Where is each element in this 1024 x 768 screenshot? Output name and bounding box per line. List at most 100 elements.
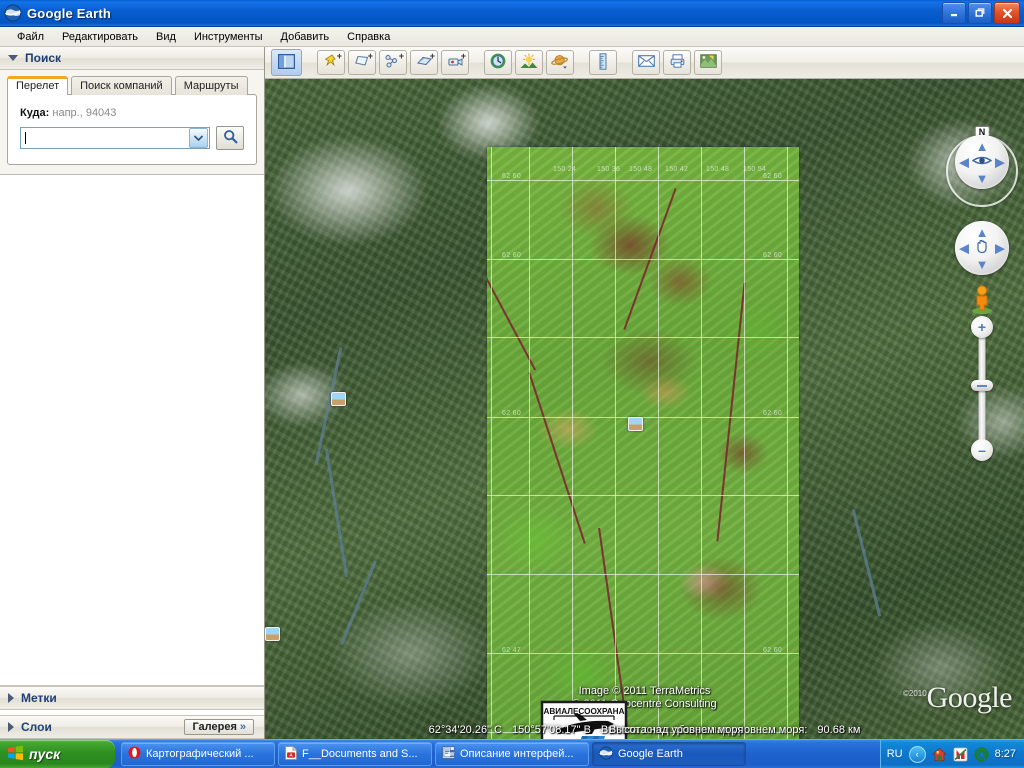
menu-tools[interactable]: Инструменты <box>185 30 272 44</box>
add-polygon-button[interactable]: + <box>348 50 376 75</box>
clock-icon <box>489 52 507 73</box>
graticule-label: 150 48 <box>629 166 652 173</box>
taskbar-item-google-earth[interactable]: Google Earth <box>592 742 746 766</box>
chevron-right-icon[interactable]: ▶ <box>995 242 1005 255</box>
eye-altitude-value: 90.68 км <box>817 724 860 736</box>
pdf-icon: A <box>285 746 297 763</box>
menu-help[interactable]: Справка <box>338 30 399 44</box>
antivirus-icon[interactable] <box>953 747 968 762</box>
graticule-line <box>487 180 799 181</box>
map-canvas[interactable]: 150 24 150 36 150 48 150 42 150 48 150 5… <box>265 78 1024 739</box>
search-tabs: Перелет Поиск компаний Маршруты <box>7 76 257 95</box>
zoom-out-button[interactable]: – <box>971 439 993 461</box>
system-clock[interactable]: 8:27 <box>995 748 1016 760</box>
move-joystick[interactable]: ▲ ▼ ◀ ▶ <box>955 221 1009 275</box>
eye-icon[interactable] <box>972 155 992 170</box>
graticule-label: 150 24 <box>553 166 576 173</box>
elevation-label: Высота над уровнем моря <box>609 724 743 736</box>
start-button[interactable]: пуск <box>0 740 115 768</box>
chevron-left-icon[interactable]: ‹ <box>909 746 926 763</box>
status-bar: 62°34'20.26" С 150°57'08.17" В Высота то… <box>265 721 1024 739</box>
menu-view[interactable]: Вид <box>147 30 185 44</box>
search-panel-body: Перелет Поиск компаний Маршруты Куда: на… <box>0 70 264 175</box>
search-tab-panel: Куда: напр., 94043 <box>7 94 257 165</box>
menu-edit[interactable]: Редактировать <box>53 30 147 44</box>
tab-flight[interactable]: Перелет <box>7 76 68 95</box>
placemark-center[interactable] <box>628 417 643 431</box>
add-path-button[interactable]: + <box>379 50 407 75</box>
envelope-icon <box>638 55 655 70</box>
look-joystick[interactable]: ▲ ▼ ◀ ▶ <box>955 135 1009 189</box>
google-watermark: ©2010Google <box>903 681 1012 715</box>
ruler-button[interactable] <box>589 50 617 75</box>
add-placemark-button[interactable]: + <box>317 50 345 75</box>
graticule-label: 62 60 <box>502 173 521 180</box>
sidebar-empty-space <box>0 175 264 686</box>
switch-planet-button[interactable] <box>546 50 574 75</box>
tab-business[interactable]: Поиск компаний <box>71 76 172 95</box>
zoom-slider-handle[interactable] <box>971 380 993 391</box>
search-field-label: Куда: <box>20 107 49 119</box>
pegman-icon[interactable] <box>969 284 995 314</box>
menu-file[interactable]: Файл <box>8 30 53 44</box>
add-image-overlay-button[interactable]: + <box>410 50 438 75</box>
search-input[interactable] <box>20 127 210 149</box>
chevron-down-icon[interactable] <box>189 128 208 148</box>
taskbar-item-label: Google Earth <box>618 748 683 760</box>
zoom-slider[interactable]: + – <box>971 316 993 461</box>
zoom-in-button[interactable]: + <box>971 316 993 338</box>
graticule-label: 150 48 <box>706 166 729 173</box>
mail-icon[interactable] <box>974 747 989 762</box>
tab-directions[interactable]: Маршруты <box>175 76 248 95</box>
print-button[interactable] <box>663 50 691 75</box>
chevron-right-icon <box>8 693 14 703</box>
gallery-button[interactable]: Галерея » <box>184 719 254 735</box>
search-field-hint: напр., 94043 <box>52 107 116 119</box>
graticule-line <box>487 574 799 575</box>
close-button[interactable] <box>994 2 1020 24</box>
image-overlay[interactable]: 150 24 150 36 150 48 150 42 150 48 150 5… <box>487 147 799 739</box>
chevron-up-icon[interactable]: ▲ <box>976 140 989 153</box>
historical-imagery-button[interactable] <box>484 50 512 75</box>
graticule-line <box>787 147 788 739</box>
placemark-south-west[interactable] <box>265 627 280 641</box>
toggle-sidebar-button[interactable] <box>271 49 302 76</box>
navigation-controls: N ▲ ▼ ◀ ▶ <box>946 126 1018 461</box>
chevron-up-icon[interactable]: ▲ <box>976 226 989 239</box>
plus-badge-icon: + <box>337 52 342 61</box>
latitude-readout: 62°34'20.26" С <box>429 724 502 736</box>
language-indicator[interactable]: RU <box>887 748 903 760</box>
chevron-left-icon[interactable]: ◀ <box>959 156 969 169</box>
chevron-right-icon[interactable]: ▶ <box>995 156 1005 169</box>
text-cursor <box>25 132 26 144</box>
record-tour-button[interactable]: + <box>441 50 469 75</box>
search-panel-header[interactable]: Поиск <box>0 47 264 70</box>
taskbar-item-pdf[interactable]: A F__Documents and S... <box>278 742 432 766</box>
taskbar-item-opera[interactable]: Картографический ... <box>121 742 275 766</box>
chevron-left-icon[interactable]: ◀ <box>959 242 969 255</box>
opera-icon <box>128 746 141 762</box>
maximize-button[interactable] <box>968 2 992 24</box>
search-button[interactable] <box>216 126 244 150</box>
menu-bar: Файл Редактировать Вид Инструменты Добав… <box>0 27 1024 47</box>
home-security-icon[interactable] <box>932 747 947 762</box>
graticule-line <box>487 259 799 260</box>
start-button-label: пуск <box>29 746 60 762</box>
taskbar-items: Картографический ... A F__Documents and … <box>121 742 880 766</box>
minimize-button[interactable] <box>942 2 966 24</box>
places-panel-header[interactable]: Метки <box>0 686 264 710</box>
compass-ring[interactable]: N ▲ ▼ ◀ ▶ <box>946 135 1018 207</box>
graticule-line <box>487 417 799 418</box>
placemark-north-west[interactable] <box>331 392 346 406</box>
taskbar-item-word[interactable]: W Описание интерфей... <box>435 742 589 766</box>
sunlight-button[interactable] <box>515 50 543 75</box>
layers-panel-header[interactable]: Слои Галерея » <box>0 715 264 739</box>
chevron-down-icon[interactable]: ▼ <box>976 172 989 185</box>
overlay-river <box>528 372 586 544</box>
email-button[interactable] <box>632 50 660 75</box>
hand-icon[interactable] <box>974 239 990 258</box>
elevation-readout-group: Высота точки обзора над уровнем моря: Вы… <box>601 724 808 736</box>
save-image-button[interactable] <box>694 50 722 75</box>
menu-add[interactable]: Добавить <box>272 30 339 44</box>
chevron-down-icon[interactable]: ▼ <box>976 258 989 271</box>
